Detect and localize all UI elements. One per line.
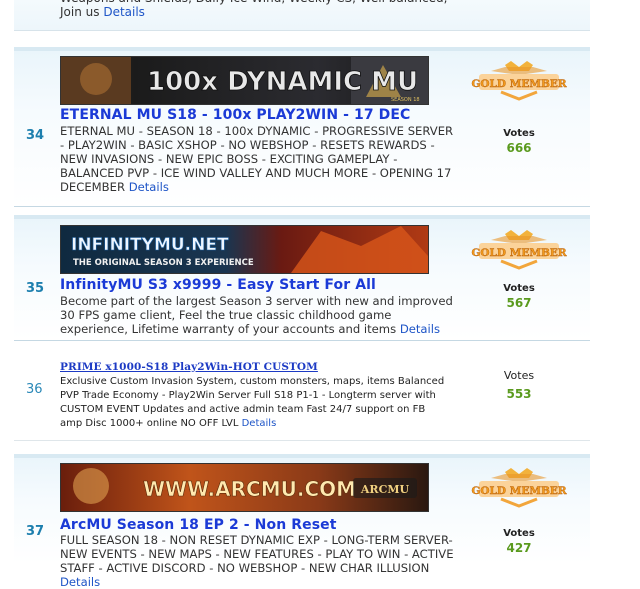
- details-link[interactable]: Details: [129, 180, 169, 194]
- votes-count: 427: [506, 541, 532, 555]
- server-title-link[interactable]: InfinityMU S3 x9999 - Easy Start For All: [60, 277, 376, 293]
- banner-text: WWW.ARCMU.COM: [143, 477, 356, 501]
- server-title-link[interactable]: ETERNAL MU S18 - 100x PLAY2WIN - 17 DEC: [60, 107, 410, 123]
- rank-number: 34: [26, 128, 45, 143]
- banner-logo: ARCMU: [360, 483, 410, 496]
- server-title[interactable]: ArcMU Season 18 EP 2 - Non Reset: [60, 517, 337, 533]
- rank-number: 35: [26, 281, 45, 296]
- banner-text: INFINITYMU.NET: [71, 235, 229, 255]
- svg-text:GOLD MEMBER: GOLD MEMBER: [471, 247, 566, 259]
- server-banner[interactable]: INFINITYMU.NET THE ORIGINAL SEASON 3 EXP…: [60, 225, 429, 274]
- votes-count: 567: [506, 296, 532, 310]
- server-description: Weapons and Shields, Daily Ice Wind, Wee…: [60, 0, 447, 19]
- svg-text:GOLD MEMBER: GOLD MEMBER: [471, 78, 566, 90]
- details-link[interactable]: Details: [400, 322, 440, 336]
- votes-count: 666: [506, 141, 532, 155]
- server-banner[interactable]: WWW.ARCMU.COM ARCMU: [60, 463, 429, 512]
- server-title-link[interactable]: PRIME x1000-S18 Play2Win-HOT CUSTOM: [60, 361, 318, 373]
- votes-label: Votes: [503, 528, 535, 539]
- banner-text: 100x DYNAMIC MU: [147, 67, 418, 97]
- server-title-link[interactable]: ArcMU Season 18 EP 2 - Non Reset: [60, 517, 337, 533]
- details-link[interactable]: Details: [103, 5, 145, 19]
- server-description: Exclusive Custom Invasion System, custom…: [60, 376, 445, 429]
- server-entry: 37 WWW.ARCMU.COM ARCMU ArcMU Season 18 E…: [14, 454, 590, 589]
- details-link[interactable]: Details: [60, 575, 100, 589]
- server-title[interactable]: ETERNAL MU S18 - 100x PLAY2WIN - 17 DEC: [60, 107, 410, 123]
- votes-label: Votes: [503, 283, 535, 294]
- votes-label: Votes: [503, 128, 535, 139]
- server-entry: 36 PRIME x1000-S18 Play2Win-HOT CUSTOM E…: [14, 353, 590, 441]
- banner-season: SEASON 18: [391, 97, 420, 103]
- server-entry: 35 INFINITYMU.NET THE ORIGINAL SEASON 3 …: [14, 215, 590, 341]
- gold-member-badge: GOLD MEMBER: [471, 61, 567, 103]
- server-title[interactable]: InfinityMU S3 x9999 - Easy Start For All: [60, 277, 376, 293]
- server-entry: 34 100x DYNAMIC MU SEASON 18 ETERNAL MU …: [14, 47, 590, 207]
- server-description: Become part of the largest Season 3 serv…: [60, 294, 453, 336]
- server-description: FULL SEASON 18 - NON RESET DYNAMIC EXP -…: [60, 533, 454, 589]
- votes-label: Votes: [503, 369, 535, 382]
- svg-text:GOLD MEMBER: GOLD MEMBER: [471, 485, 566, 497]
- server-title[interactable]: PRIME x1000-S18 Play2Win-HOT CUSTOM: [60, 361, 318, 373]
- votes-count: 553: [506, 387, 532, 401]
- rank-number: 37: [26, 524, 45, 539]
- banner-subtitle: THE ORIGINAL SEASON 3 EXPERIENCE: [73, 258, 254, 268]
- previous-server-entry: Weapons and Shields, Daily Ice Wind, Wee…: [14, 0, 590, 31]
- gold-member-badge: GOLD MEMBER: [471, 468, 567, 510]
- rank-number: 36: [26, 382, 43, 397]
- server-banner[interactable]: 100x DYNAMIC MU SEASON 18: [60, 56, 429, 105]
- server-description: ETERNAL MU - SEASON 18 - 100x DYNAMIC - …: [60, 124, 454, 194]
- gold-member-badge: GOLD MEMBER: [471, 230, 567, 272]
- details-link[interactable]: Details: [242, 418, 277, 429]
